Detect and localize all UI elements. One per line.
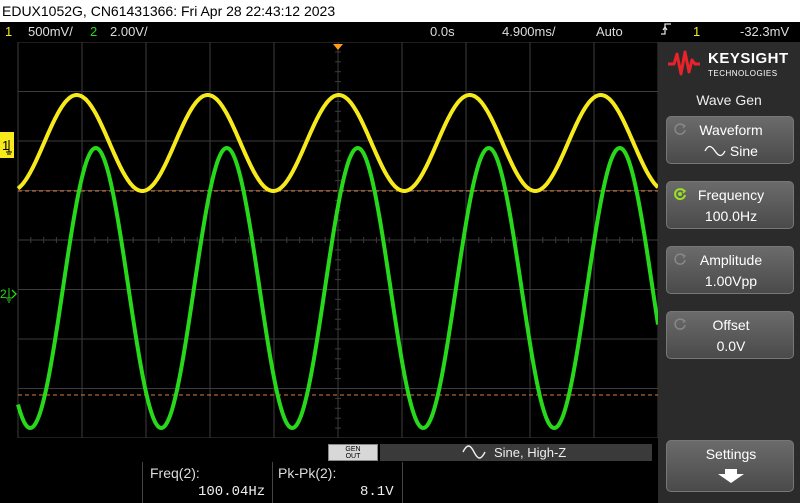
softkey-waveform[interactable]: Waveform Sine [666, 116, 794, 164]
sine-wave-icon [704, 145, 726, 157]
time-scale[interactable]: 4.900ms/ [502, 22, 555, 42]
keysight-wave-icon [668, 50, 700, 76]
waveform-display[interactable]: 1 2 [0, 41, 660, 439]
svg-text:2: 2 [0, 287, 7, 301]
wave-gen-summary: Sine, High-Z [494, 445, 567, 460]
softkey-amplitude[interactable]: Amplitude 1.00Vpp [666, 246, 794, 294]
scope-graticule: 1 2 [0, 41, 660, 439]
ch2-number[interactable]: 2 [90, 22, 97, 42]
brand-subtitle: TECHNOLOGIES [708, 69, 778, 78]
meas-divider [272, 462, 273, 503]
bottom-bar: GEN OUT Sine, High-Z [0, 442, 658, 462]
instrument-title: EDUX1052G, CN61431366: Fri Apr 28 22:43:… [2, 3, 336, 19]
ch1-scale[interactable]: 500mV/ [28, 22, 73, 42]
ch2-marker: 2 [0, 287, 17, 303]
meas-label-freq: Freq(2): [150, 465, 200, 481]
trigger-position-marker [333, 44, 343, 50]
softkey-frequency[interactable]: Frequency 100.0Hz [666, 181, 794, 229]
trigger-mode[interactable]: Auto [596, 22, 623, 42]
settings-button[interactable]: Settings [666, 440, 794, 492]
ch1-number[interactable]: 1 [5, 22, 12, 42]
softkey-label: Waveform [699, 122, 763, 138]
down-arrow-icon [718, 469, 744, 483]
title-bar: EDUX1052G, CN61431366: Fri Apr 28 22:43:… [0, 0, 800, 22]
meas-label-pkpk: Pk-Pk(2): [278, 465, 337, 481]
gen-out-line2: OUT [345, 453, 361, 460]
softkey-label: Frequency [697, 187, 765, 203]
svg-text:1: 1 [2, 138, 9, 153]
ch2-scale[interactable]: 2.00V/ [110, 22, 148, 42]
softkey-value: 1.00Vpp [704, 273, 758, 289]
graticule-grid [17, 41, 659, 439]
softkey-value: 100.0Hz [704, 208, 758, 224]
trigger-source[interactable]: 1 [693, 22, 700, 42]
trigger-edge-icon [661, 22, 671, 42]
meas-value-pkpk: 8.1V [360, 484, 394, 500]
softkey-panel: KEYSIGHT TECHNOLOGIES Wave Gen Waveform … [658, 42, 800, 503]
ch1-marker: 1 [0, 132, 14, 158]
meas-value-freq: 100.04Hz [198, 484, 266, 500]
gen-out-button[interactable]: GEN OUT [328, 444, 378, 461]
settings-label: Settings [705, 446, 757, 462]
gen-out-line1: GEN [345, 446, 361, 453]
keysight-logo: KEYSIGHT TECHNOLOGIES [666, 48, 794, 86]
panel-title: Wave Gen [696, 92, 762, 108]
measurements-bar: Freq(2): 100.04Hz Pk-Pk(2): 8.1V [0, 462, 658, 503]
brand-name: KEYSIGHT [708, 50, 789, 67]
meas-divider [142, 462, 143, 503]
time-delay[interactable]: 0.0s [430, 22, 455, 42]
meas-divider [402, 462, 403, 503]
softkey-label: Amplitude [699, 252, 763, 268]
softkey-label: Offset [712, 317, 750, 333]
sine-wave-icon [462, 444, 486, 464]
softkey-value: 0.0V [716, 338, 746, 354]
wave-gen-info: Sine, High-Z [380, 444, 652, 461]
softkey-offset[interactable]: Offset 0.0V [666, 311, 794, 359]
softkey-value: Sine [667, 143, 795, 159]
trigger-level[interactable]: -32.3mV [740, 22, 789, 42]
status-bar: 1 500mV/ 2 2.00V/ 0.0s 4.900ms/ Auto 1 -… [0, 22, 800, 42]
